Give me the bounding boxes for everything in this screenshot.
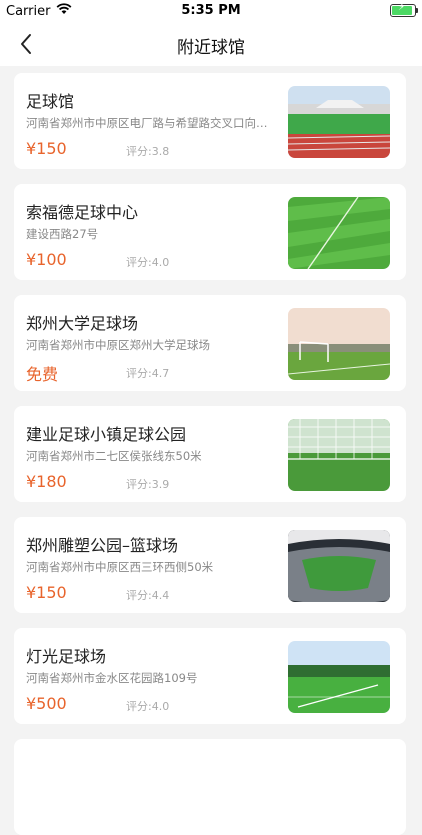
venue-price: 免费 xyxy=(26,365,59,384)
venue-price: ¥150 xyxy=(26,139,67,158)
venue-thumbnail xyxy=(288,641,390,713)
venue-card[interactable]: 郑州雕塑公园–篮球场 河南省郑州市中原区西三环西侧50米 ¥150 评分:4.4 xyxy=(14,517,406,613)
venue-address: 河南省郑州市中原区郑州大学足球场 xyxy=(26,338,210,352)
page-title: 附近球馆 xyxy=(177,38,245,58)
venue-rating: 评分:3.8 xyxy=(126,145,170,158)
venue-card[interactable]: 索福德足球中心 建设西路27号 ¥100 评分:4.0 xyxy=(14,184,406,280)
venue-rating: 评分:4.4 xyxy=(126,589,170,602)
venue-thumbnail xyxy=(288,197,390,269)
venue-thumbnail xyxy=(288,419,390,491)
venue-thumbnail xyxy=(288,308,390,380)
venue-thumbnail xyxy=(288,530,390,602)
venue-price: ¥500 xyxy=(26,694,67,713)
venue-thumbnail xyxy=(288,86,390,158)
venue-card[interactable]: 郑州大学足球场 河南省郑州市中原区郑州大学足球场 免费 评分:4.7 xyxy=(14,295,406,391)
venue-rating: 评分:4.0 xyxy=(126,256,170,269)
venue-name: 郑州雕塑公园–篮球场 xyxy=(26,536,179,555)
status-bar: Carrier 5:35 PM ⚡ xyxy=(0,0,422,22)
venue-rating: 评分:4.7 xyxy=(126,367,170,380)
venue-address: 河南省郑州市中原区西三环西侧50米 xyxy=(26,560,214,574)
navigation-bar: 附近球馆 xyxy=(0,22,422,66)
status-time: 5:35 PM xyxy=(181,3,241,18)
venue-name: 灯光足球场 xyxy=(26,647,107,666)
venue-name: 郑州大学足球场 xyxy=(26,314,139,333)
venue-address: 河南省郑州市中原区电厂路与希望路交叉口向西… xyxy=(26,116,276,130)
venue-price: ¥150 xyxy=(26,583,67,602)
venue-name: 足球馆 xyxy=(26,92,75,111)
battery-icon: ⚡ xyxy=(390,2,418,17)
venue-address: 河南省郑州市金水区花园路109号 xyxy=(26,671,198,685)
venue-address: 河南省郑州市二七区侯张线东50米 xyxy=(26,449,202,463)
venue-price: ¥180 xyxy=(26,472,67,491)
venue-name: 索福德足球中心 xyxy=(26,203,139,222)
venue-rating: 评分:3.9 xyxy=(126,478,170,491)
venue-card[interactable]: 足球馆 河南省郑州市中原区电厂路与希望路交叉口向西… ¥150 评分:3.8 xyxy=(14,73,406,169)
venue-address: 建设西路27号 xyxy=(26,227,99,241)
venue-rating: 评分:4.0 xyxy=(126,700,170,713)
venue-card[interactable]: 灯光足球场 河南省郑州市金水区花园路109号 ¥500 评分:4.0 xyxy=(14,628,406,724)
venue-name: 建业足球小镇足球公园 xyxy=(26,425,187,444)
venue-price: ¥100 xyxy=(26,250,67,269)
venue-card[interactable]: 建业足球小镇足球公园 河南省郑州市二七区侯张线东50米 ¥180 评分:3.9 xyxy=(14,406,406,502)
venue-card-partial[interactable] xyxy=(14,739,406,835)
